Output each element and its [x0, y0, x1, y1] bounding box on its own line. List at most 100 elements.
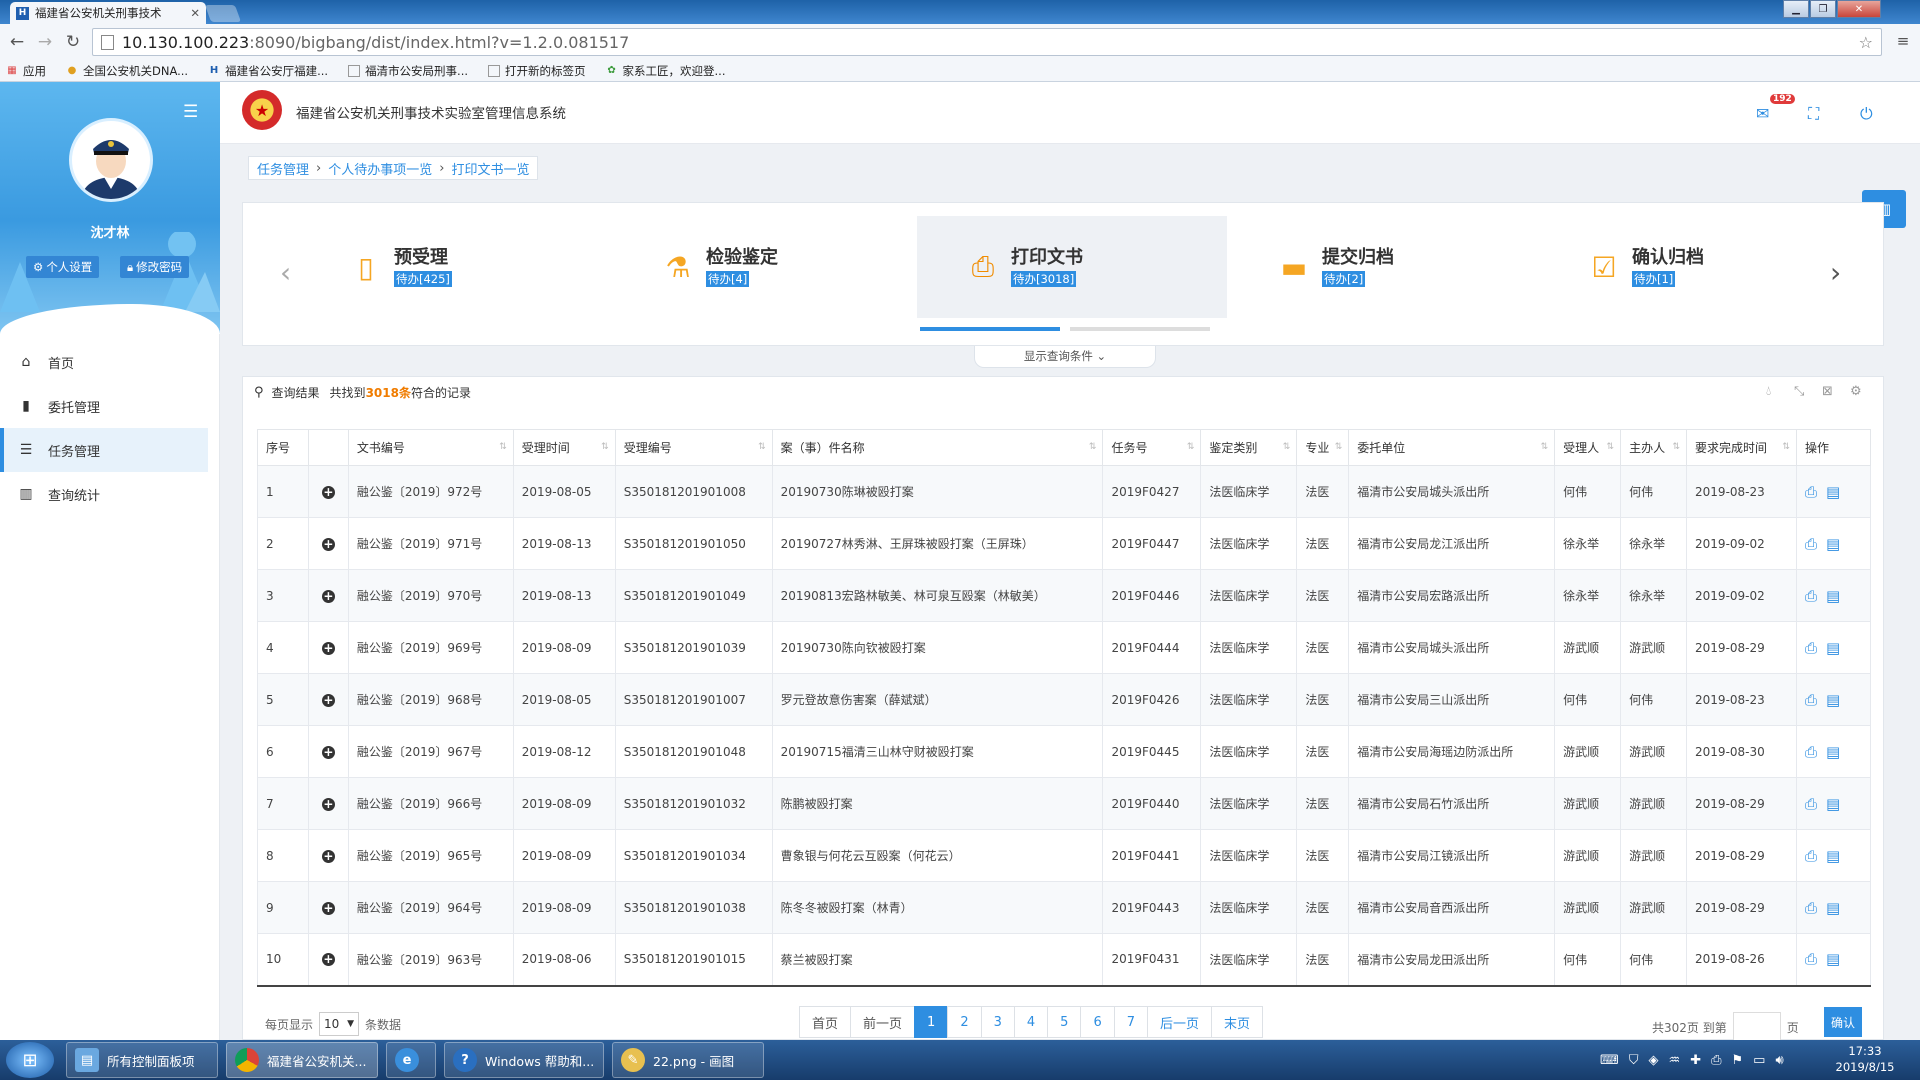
network-icon[interactable]: ▭: [1753, 1053, 1765, 1068]
browser-tab[interactable]: H 福建省公安机关刑事技术 ✕: [10, 2, 206, 24]
page-button[interactable]: 4: [1013, 1006, 1049, 1038]
view-document-icon[interactable]: ▤: [1826, 639, 1840, 657]
chevron-left-icon[interactable]: ‹: [280, 256, 291, 289]
page-button[interactable]: 7: [1113, 1006, 1148, 1038]
table-row[interactable]: 9 + 融公鉴〔2019〕964号 2019-08-09 S35018120190103…: [257, 881, 1872, 934]
bookmark-item[interactable]: ✿ 家系工匠，欢迎登...: [606, 63, 725, 79]
col-header[interactable]: 文书编号 ⇅: [347, 429, 514, 466]
taskbar-item-ie[interactable]: e: [386, 1042, 436, 1078]
mail-icon[interactable]: ✉: [1756, 104, 1769, 123]
step-print-documents[interactable]: ⎙ 打印文书 待办[3018]: [917, 216, 1227, 318]
taskbar-item-help[interactable]: ? Windows 帮助和...: [444, 1042, 604, 1078]
change-password-button[interactable]: 🔒︎ 修改密码: [120, 256, 190, 278]
compress-icon[interactable]: ⤡: [1794, 384, 1804, 399]
print-icon[interactable]: ⎙: [1805, 743, 1817, 761]
col-header[interactable]: 主办人 ⇅: [1620, 429, 1688, 466]
view-document-icon[interactable]: ▤: [1826, 483, 1840, 501]
settings-icon[interactable]: ⚙: [1850, 384, 1862, 399]
view-document-icon[interactable]: ▤: [1826, 691, 1840, 709]
expand-row-button[interactable]: +: [307, 673, 349, 726]
keyboard-icon[interactable]: ⌨: [1600, 1053, 1619, 1068]
table-row[interactable]: 5 + 融公鉴〔2019〕968号 2019-08-05 S35018120190100…: [257, 673, 1872, 726]
bookmark-apps[interactable]: ▦ 应用: [6, 63, 46, 79]
table-row[interactable]: 4 + 融公鉴〔2019〕969号 2019-08-09 S35018120190103…: [257, 621, 1872, 674]
col-header[interactable]: 受理时间 ⇅: [512, 429, 616, 466]
power-icon[interactable]: ⏻: [1860, 104, 1873, 124]
hamburger-icon[interactable]: ☰: [183, 102, 198, 122]
antivirus-icon[interactable]: ✚: [1690, 1053, 1701, 1068]
page-button[interactable]: 1: [914, 1006, 949, 1038]
page-jump-input[interactable]: [1732, 1012, 1781, 1042]
show-query-conditions-toggle[interactable]: 显示查询条件 ⌄: [974, 346, 1156, 368]
col-header[interactable]: 专业 ⇅: [1296, 429, 1350, 466]
breadcrumb-item[interactable]: 打印文书一览: [451, 159, 529, 178]
expand-row-button[interactable]: +: [307, 621, 349, 674]
forward-icon[interactable]: →: [34, 32, 56, 52]
sidebar-item-stats[interactable]: ▥ 查询统计: [0, 472, 208, 516]
step-submit-archive[interactable]: ▬ 提交归档 待办[2]: [1228, 216, 1538, 318]
bookmark-item[interactable]: 福清市公安局刑事...: [348, 63, 468, 79]
address-bar[interactable]: 10.130.100.223:8090/bigbang/dist/index.h…: [92, 28, 1882, 56]
step-inspection[interactable]: ⚗ 检验鉴定 待办[4]: [612, 216, 922, 318]
table-row[interactable]: 6 + 融公鉴〔2019〕967号 2019-08-12 S35018120190104…: [257, 725, 1872, 778]
taskbar-clock[interactable]: 17:33 2019/8/15: [1820, 1043, 1910, 1075]
confirm-jump-button[interactable]: 确认: [1824, 1007, 1862, 1037]
flag-icon[interactable]: ⚑: [1732, 1053, 1744, 1068]
view-document-icon[interactable]: ▤: [1826, 743, 1840, 761]
start-button[interactable]: ⊞: [6, 1042, 54, 1078]
table-row[interactable]: 10 + 融公鉴〔2019〕963号 2019-08-06 S3501812019010…: [257, 933, 1872, 987]
taskbar-item-chrome[interactable]: 福建省公安机关...: [226, 1042, 378, 1078]
view-document-icon[interactable]: ▤: [1826, 535, 1840, 553]
expand-row-button[interactable]: +: [307, 517, 349, 570]
expand-row-button[interactable]: +: [307, 881, 349, 934]
reload-icon[interactable]: ↻: [62, 32, 84, 52]
carousel-indicator-active[interactable]: [920, 327, 1060, 331]
print-icon[interactable]: ⎙: [1805, 535, 1817, 553]
view-document-icon[interactable]: ▤: [1826, 847, 1840, 865]
col-header[interactable]: 要求完成时间 ⇅: [1686, 429, 1797, 466]
first-page-button[interactable]: 首页: [799, 1006, 852, 1038]
printer-icon[interactable]: ⎙: [1711, 1053, 1721, 1068]
taskbar-item-paint[interactable]: ✎ 22.png - 画图: [612, 1042, 764, 1078]
personal-settings-button[interactable]: ⚙ 个人设置: [26, 256, 100, 278]
breadcrumb-item[interactable]: 任务管理: [257, 159, 309, 178]
print-icon[interactable]: ⎙: [1805, 639, 1817, 657]
page-button[interactable]: 2: [947, 1006, 982, 1038]
step-confirm-archive[interactable]: ☑ 确认归档 待办[1]: [1538, 216, 1848, 318]
print-icon[interactable]: ⎙: [1805, 950, 1817, 968]
col-header[interactable]: 鉴定类别 ⇅: [1200, 429, 1298, 466]
print-icon[interactable]: ⎙: [1805, 587, 1817, 605]
sidebar-item-home[interactable]: ⌂ 首页: [0, 340, 208, 384]
last-page-button[interactable]: 末页: [1211, 1006, 1264, 1038]
back-icon[interactable]: ←: [6, 32, 28, 52]
page-size-select[interactable]: 10 ▼: [319, 1012, 360, 1036]
next-page-button[interactable]: 后一页: [1147, 1006, 1213, 1038]
star-icon[interactable]: ☆: [1859, 33, 1873, 52]
expand-row-button[interactable]: +: [307, 725, 349, 778]
view-document-icon[interactable]: ▤: [1826, 899, 1840, 917]
table-row[interactable]: 3 + 融公鉴〔2019〕970号 2019-08-13 S35018120190104…: [257, 569, 1872, 622]
close-tab-icon[interactable]: ✕: [190, 6, 200, 20]
page-button[interactable]: 3: [980, 1006, 1015, 1038]
network-activity-icon[interactable]: ♒: [1669, 1053, 1681, 1068]
security-icon[interactable]: ◈: [1649, 1053, 1659, 1068]
print-icon[interactable]: ⎙: [1805, 847, 1817, 865]
view-document-icon[interactable]: ▤: [1826, 587, 1840, 605]
table-row[interactable]: 7 + 融公鉴〔2019〕966号 2019-08-09 S35018120190103…: [257, 777, 1872, 830]
bookmark-item[interactable]: 打开新的标签页: [488, 63, 586, 79]
print-icon[interactable]: ⎙: [1805, 899, 1817, 917]
table-row[interactable]: 1 + 融公鉴〔2019〕972号 2019-08-05 S35018120190100…: [257, 465, 1872, 518]
shield-icon[interactable]: ⛉: [1629, 1053, 1639, 1068]
prev-page-button[interactable]: 前一页: [850, 1006, 916, 1038]
table-row[interactable]: 2 + 融公鉴〔2019〕971号 2019-08-13 S35018120190105…: [257, 517, 1872, 570]
print-icon[interactable]: ⎙: [1805, 795, 1817, 813]
minimize-button[interactable]: ▁: [1783, 0, 1809, 18]
sidebar-item-tasks[interactable]: ☰ 任务管理: [0, 428, 208, 472]
col-header[interactable]: 任务号 ⇅: [1102, 429, 1202, 466]
expand-row-button[interactable]: +: [307, 777, 349, 830]
col-header[interactable]: 受理编号 ⇅: [614, 429, 773, 466]
fullscreen-icon[interactable]: ⛶: [1808, 104, 1819, 124]
sidebar-item-entrust[interactable]: ▮ 委托管理: [0, 384, 208, 428]
breadcrumb-item[interactable]: 个人待办事项一览: [328, 159, 432, 178]
page-button[interactable]: 5: [1047, 1006, 1082, 1038]
